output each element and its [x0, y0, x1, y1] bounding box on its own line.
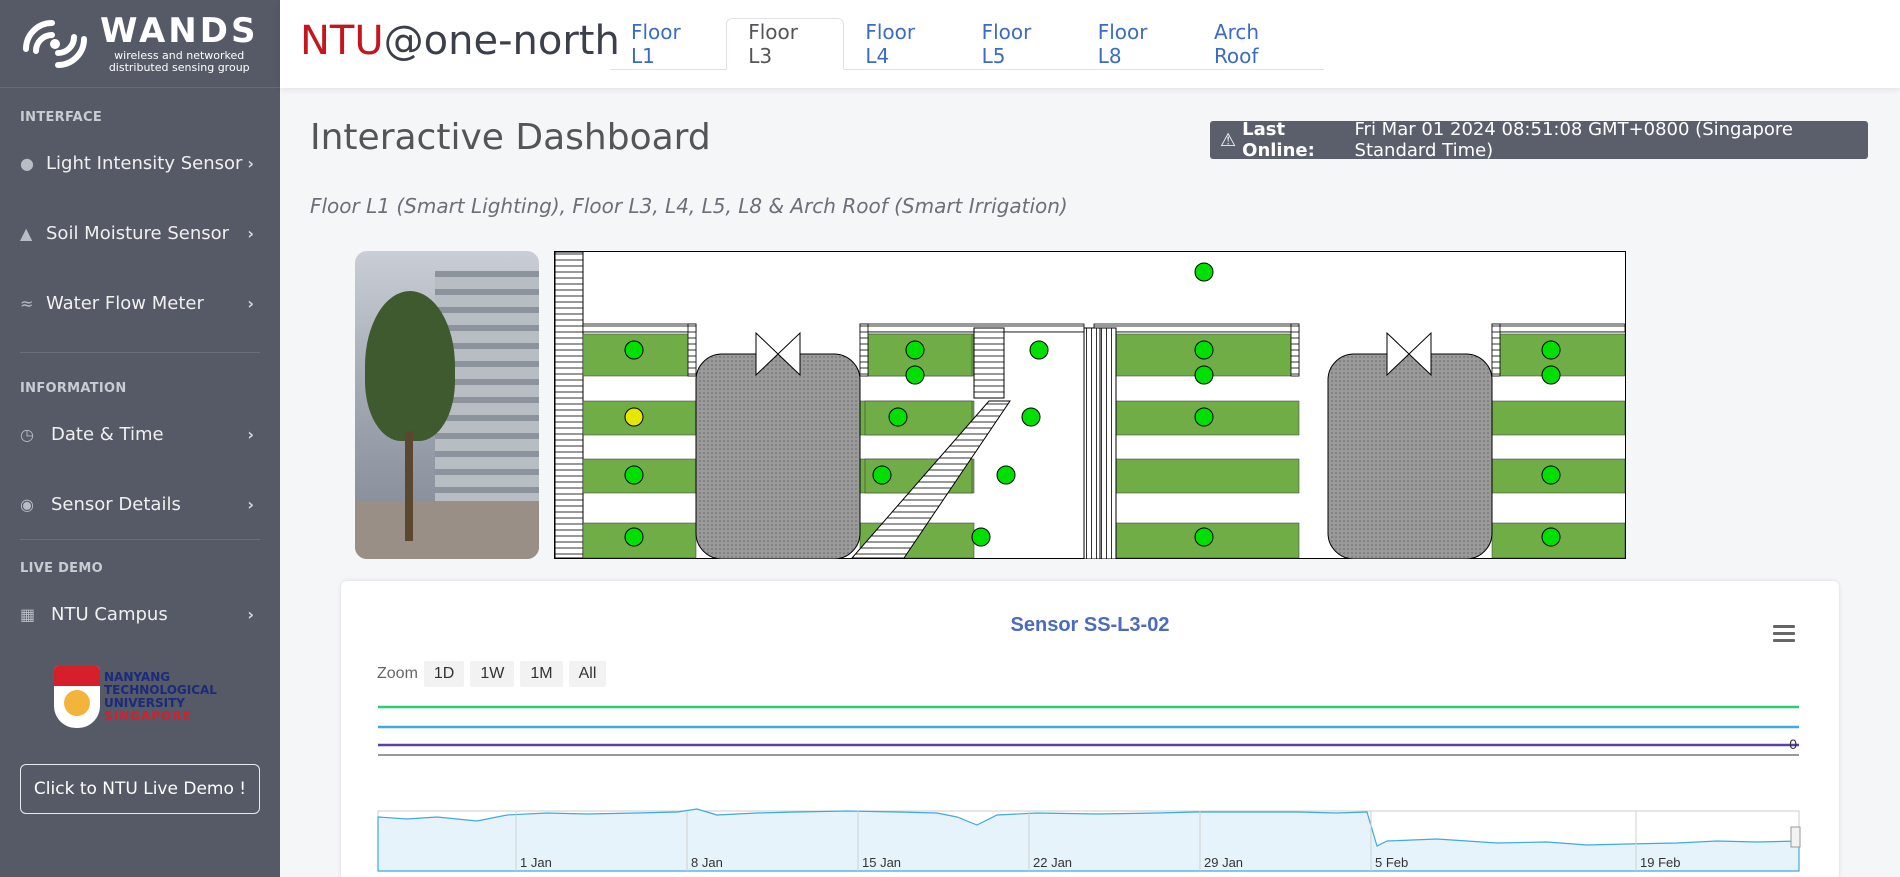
zoom-1w-button[interactable]: 1W [470, 661, 515, 687]
sensor-marker[interactable] [624, 465, 644, 485]
sensor-marker[interactable] [1194, 262, 1214, 282]
sidebar-heading-information: INFORMATION [20, 381, 127, 396]
sidebar-heading-interface: INTERFACE [20, 110, 103, 125]
navigator-date-label: 5 Feb [1375, 855, 1408, 870]
sidebar-item-label: Date & Time [51, 423, 164, 445]
site-title[interactable]: NTU@one-north [300, 18, 620, 64]
sensor-line-chart[interactable]: 0 1 Jan 8 Jan 15 Jan 22 Jan 29 Jan 5 Feb… [377, 691, 1801, 877]
chevron-right-icon: › [247, 494, 254, 514]
zoom-all-button[interactable]: All [568, 661, 607, 687]
sensor-marker[interactable] [1541, 527, 1561, 547]
bell-icon: ▲ [20, 223, 33, 243]
sensor-marker[interactable] [624, 527, 644, 547]
navigator-date-label: 15 Jan [862, 855, 901, 870]
last-online-badge: ⚠ Last Online: Fri Mar 01 2024 08:51:08 … [1210, 119, 1868, 161]
floor-tabs: Floor L1 Floor L3 Floor L4 Floor L5 Floo… [610, 18, 1324, 70]
sensor-marker[interactable] [1541, 465, 1561, 485]
warning-icon: ⚠ [1220, 129, 1237, 151]
eye-icon: ◉ [20, 494, 34, 514]
sidebar-divider [20, 539, 260, 540]
sidebar-item-date-time[interactable]: ◷ Date & Time › [0, 419, 280, 449]
building-icon: ▦ [20, 604, 36, 624]
chart-menu-icon[interactable] [1773, 625, 1795, 643]
chart-title: Sensor SS-L3-02 [1010, 614, 1170, 636]
lightbulb-icon: ● [20, 153, 34, 173]
chevron-right-icon: › [247, 604, 254, 624]
ntu-logo-line4: SINGAPORE [104, 709, 192, 723]
navigator-date-label: 29 Jan [1204, 855, 1243, 870]
page-subtitle: Floor L1 (Smart Lighting), Floor L3, L4,… [310, 194, 1068, 218]
sidebar-item-label: Water Flow Meter [46, 292, 204, 314]
clock-icon: ◷ [20, 424, 34, 444]
chevron-right-icon: › [247, 424, 254, 444]
sensor-marker[interactable] [905, 365, 925, 385]
wands-logo-icon [23, 19, 87, 68]
sidebar-divider [20, 352, 260, 353]
tab-floor-l5[interactable]: Floor L5 [961, 18, 1077, 70]
chevron-right-icon: › [247, 223, 254, 243]
sensor-marker[interactable] [1194, 407, 1214, 427]
sensor-marker[interactable] [888, 407, 908, 427]
sensor-marker-warning[interactable] [624, 407, 644, 427]
navigator-date-label: 1 Jan [520, 855, 552, 870]
sidebar-item-label: Soil Moisture Sensor [46, 222, 230, 244]
zoom-1d-button[interactable]: 1D [423, 661, 465, 687]
sensor-chart-card: Sensor SS-L3-02 Zoom 1D 1W 1M All 0 1 Ja… [341, 581, 1839, 877]
floor-plan-l3 [554, 251, 1626, 559]
tab-floor-l1[interactable]: Floor L1 [610, 18, 726, 70]
ntu-live-demo-button[interactable]: Click to NTU Live Demo ! [20, 764, 260, 814]
tab-floor-l4[interactable]: Floor L4 [844, 18, 960, 70]
chart-navigator[interactable]: 1 Jan 8 Jan 15 Jan 22 Jan 29 Jan 5 Feb 1… [377, 808, 1801, 872]
sidebar-item-ntu-campus[interactable]: ▦ NTU Campus › [0, 599, 280, 629]
tab-floor-l3[interactable]: Floor L3 [726, 18, 845, 70]
sidebar-item-light-intensity[interactable]: ● Light Intensity Sensor › [0, 148, 280, 178]
sidebar-item-label: NTU Campus [51, 603, 168, 625]
sensor-marker[interactable] [624, 340, 644, 360]
brand-logo[interactable]: WANDS wireless and networked distributed… [0, 0, 280, 88]
chevron-right-icon: › [247, 293, 254, 313]
sidebar-item-label: Light Intensity Sensor [46, 152, 243, 174]
ntu-crest-icon [54, 666, 100, 728]
top-navbar: NTU@one-north Floor L1 Floor L3 Floor L4… [280, 0, 1900, 88]
last-online-label: Last Online: [1242, 119, 1315, 161]
last-online-value: Fri Mar 01 2024 08:51:08 GMT+0800 (Singa… [1354, 119, 1794, 161]
sensor-marker[interactable] [1541, 340, 1561, 360]
sidebar-item-water-flow[interactable]: ≈ Water Flow Meter › [0, 288, 280, 318]
brand-name: WANDS [100, 10, 259, 51]
building-photo [355, 251, 539, 559]
water-icon: ≈ [20, 293, 34, 313]
brand-subtitle-line2: distributed sensing group [108, 60, 250, 74]
sensor-marker[interactable] [1194, 340, 1214, 360]
sensor-marker[interactable] [1194, 365, 1214, 385]
navigator-date-label: 22 Jan [1033, 855, 1072, 870]
sensor-marker[interactable] [905, 340, 925, 360]
sensor-marker[interactable] [1541, 365, 1561, 385]
sensor-marker[interactable] [1029, 340, 1049, 360]
sidebar-item-sensor-details[interactable]: ◉ Sensor Details › [0, 489, 280, 519]
site-title-ntu: NTU [300, 18, 384, 64]
sensor-marker[interactable] [971, 527, 991, 547]
sensor-marker[interactable] [1194, 527, 1214, 547]
sidebar-item-label: Sensor Details [51, 493, 181, 515]
zoom-controls: Zoom 1D 1W 1M All [377, 661, 607, 687]
sidebar: WANDS wireless and networked distributed… [0, 0, 280, 877]
sensor-marker[interactable] [872, 465, 892, 485]
tab-floor-l8[interactable]: Floor L8 [1077, 18, 1193, 70]
zoom-1m-button[interactable]: 1M [520, 661, 563, 687]
chevron-right-icon: › [247, 153, 254, 173]
site-title-location: @one-north [383, 18, 620, 64]
sensor-marker[interactable] [996, 465, 1016, 485]
sidebar-item-soil-moisture[interactable]: ▲ Soil Moisture Sensor › [0, 218, 280, 248]
page-title: Interactive Dashboard [310, 117, 711, 158]
y-tick-zero: 0 [1789, 736, 1797, 752]
ntu-logo[interactable]: NANYANG TECHNOLOGICAL UNIVERSITY SINGAPO… [54, 666, 217, 728]
tab-arch-roof[interactable]: Arch Roof [1193, 18, 1324, 70]
brand-subtitle-line1: wireless and networked [114, 48, 245, 62]
sidebar-heading-live-demo: LIVE DEMO [20, 561, 103, 576]
navigator-date-label: 8 Jan [691, 855, 723, 870]
navigator-date-label: 19 Feb [1640, 855, 1680, 870]
sensor-marker[interactable] [1021, 407, 1041, 427]
zoom-label: Zoom [377, 665, 418, 682]
